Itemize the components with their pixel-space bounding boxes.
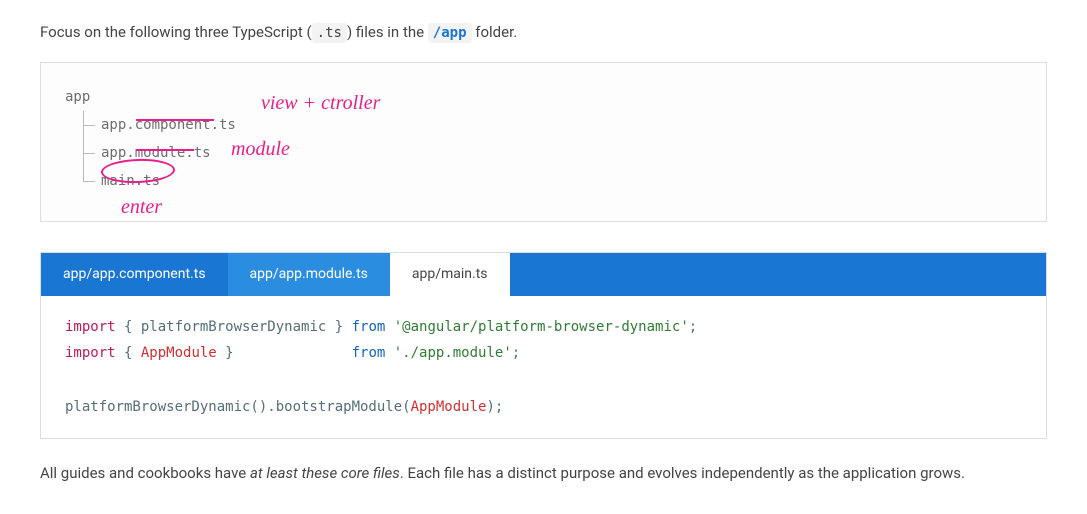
code-string: '@angular/platform-browser-dynamic' [385, 319, 688, 335]
code-text: { [116, 345, 141, 361]
footer-emphasis: at least these core files [250, 464, 400, 482]
intro-text-mid: ) files in the [347, 23, 428, 41]
code-keyword: import [65, 345, 116, 361]
code-keyword: from [352, 345, 386, 361]
tree-root: app [65, 83, 1022, 111]
code-text: platformBrowserDynamic().bootstrapModule… [65, 399, 411, 415]
tab-main[interactable]: app/main.ts [390, 253, 510, 295]
tree-file: app.component.ts [83, 111, 1022, 139]
tab-app-component[interactable]: app/app.component.ts [41, 253, 228, 295]
tab-app-module[interactable]: app/app.module.ts [228, 253, 390, 295]
intro-ext-code: .ts [312, 23, 347, 43]
code-keyword: import [65, 319, 116, 335]
code-punct: ; [689, 319, 697, 335]
code-string: './app.module' [385, 345, 511, 361]
code-punct: ; [512, 345, 520, 361]
code-keyword: from [352, 319, 386, 335]
code-type: AppModule [141, 345, 217, 361]
code-type: AppModule [411, 399, 487, 415]
file-tree: app app.component.ts app.module.ts main.… [65, 83, 1022, 195]
code-punct: ); [486, 399, 503, 415]
tree-file: main.ts [83, 167, 1022, 195]
code-text: { platformBrowserDynamic } [116, 319, 352, 335]
code-text: } [217, 345, 352, 361]
intro-text-suffix: folder. [472, 23, 518, 41]
intro-text: Focus on the following three TypeScript … [40, 23, 312, 41]
footer-text: . Each file has a distinct purpose and e… [400, 464, 965, 482]
intro-paragraph: Focus on the following three TypeScript … [40, 20, 1047, 44]
footer-text: All guides and cookbooks have [40, 464, 250, 482]
footer-paragraph: All guides and cookbooks have at least t… [40, 461, 1047, 485]
file-tree-panel: app app.component.ts app.module.ts main.… [40, 62, 1047, 222]
tabs-header: app/app.component.ts app/app.module.ts a… [41, 253, 1046, 295]
annotation-enter: enter [121, 191, 162, 223]
tree-file: app.module.ts [83, 139, 1022, 167]
code-tabs-container: app/app.component.ts app/app.module.ts a… [40, 252, 1047, 439]
intro-folder-path: /app [428, 23, 472, 43]
code-content: import { platformBrowserDynamic } from '… [41, 296, 1046, 438]
